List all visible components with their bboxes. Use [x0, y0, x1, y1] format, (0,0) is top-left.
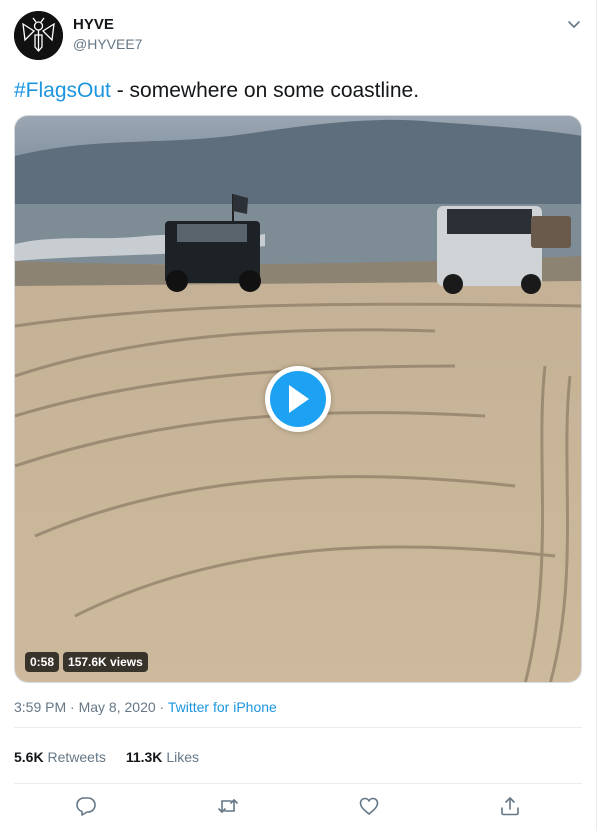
meta-separator-2: ·	[155, 699, 168, 715]
hashtag-link[interactable]: #FlagsOut	[14, 79, 111, 102]
video-player[interactable]: 0:58 157.6K views	[14, 115, 582, 683]
views-badge: 157.6K views	[63, 652, 148, 672]
share-icon[interactable]	[499, 795, 521, 817]
divider	[14, 727, 582, 728]
tweet-text: #FlagsOut - somewhere on some coastline.	[14, 77, 419, 105]
retweets-stat[interactable]: 5.6K Retweets	[14, 749, 106, 765]
play-button[interactable]	[265, 366, 331, 432]
tweet-meta: 3:59 PM · May 8, 2020 · Twitter for iPho…	[14, 699, 277, 715]
like-icon[interactable]	[358, 795, 380, 817]
tweet-date[interactable]: May 8, 2020	[79, 699, 156, 715]
tweet-time[interactable]: 3:59 PM	[14, 699, 66, 715]
play-icon	[289, 385, 309, 413]
avatar[interactable]	[14, 11, 63, 60]
tweet-stats: 5.6K Retweets 11.3K Likes	[14, 749, 199, 765]
tweet-actions	[0, 795, 597, 819]
likes-label: Likes	[166, 749, 199, 765]
author-handle[interactable]: @HYVEE7	[73, 36, 142, 52]
likes-count: 11.3K	[125, 749, 163, 765]
chevron-down-icon[interactable]	[564, 14, 584, 34]
reply-icon[interactable]	[75, 795, 97, 817]
retweet-icon[interactable]	[217, 795, 239, 817]
duration-badge: 0:58	[25, 652, 60, 672]
video-badges: 0:58 157.6K views	[25, 652, 148, 672]
meta-separator: ·	[66, 699, 79, 715]
author-name[interactable]: HYVE	[73, 16, 114, 33]
likes-stat[interactable]: 11.3K Likes	[126, 749, 199, 765]
tweet-card: HYVE @HYVEE7 #FlagsOut - somewhere on so…	[0, 0, 597, 831]
retweets-label: Retweets	[47, 749, 106, 765]
retweets-count: 5.6K	[14, 749, 44, 765]
source-link[interactable]: Twitter for iPhone	[168, 699, 277, 715]
tweet-body: - somewhere on some coastline.	[110, 79, 420, 102]
divider	[14, 783, 582, 784]
